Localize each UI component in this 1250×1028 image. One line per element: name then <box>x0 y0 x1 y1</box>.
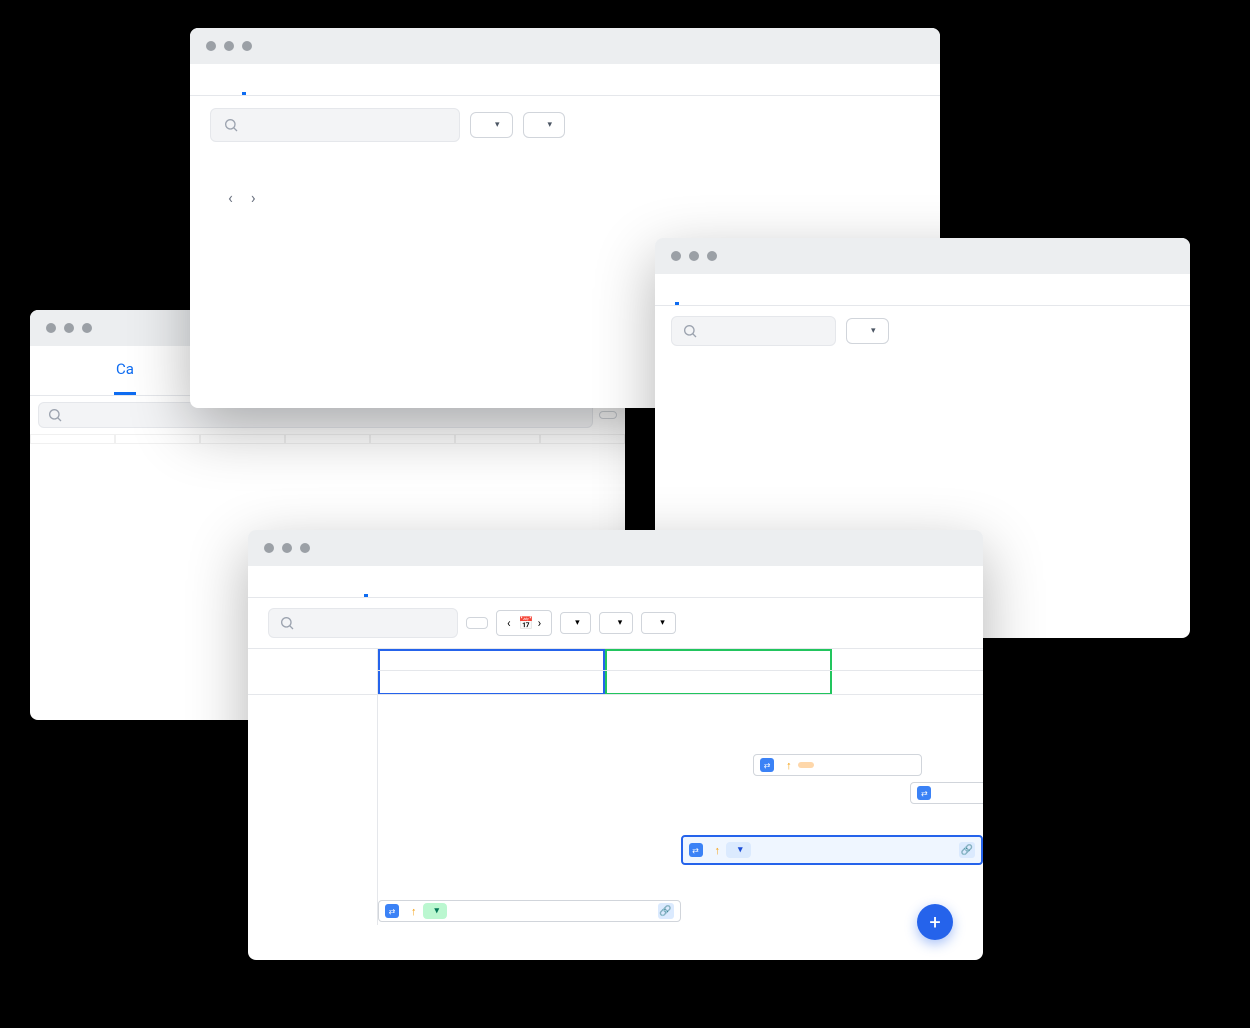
search-icon <box>47 407 63 423</box>
task-icon: ⇄ <box>689 843 703 857</box>
tab-board[interactable] <box>210 64 214 95</box>
pager-prev[interactable]: ‹ <box>228 188 233 207</box>
tab-timeline[interactable] <box>364 566 368 597</box>
timeline-bar-forms[interactable]: ⇄↑▾🔗 <box>378 900 681 922</box>
search-input[interactable] <box>210 108 460 142</box>
tab-calendar[interactable] <box>274 64 278 95</box>
tab-list[interactable] <box>82 346 86 395</box>
today-button[interactable] <box>599 411 617 419</box>
tab-list[interactable] <box>707 274 711 305</box>
tab-calendar[interactable]: Ca <box>114 346 136 395</box>
tab-board[interactable] <box>50 346 54 395</box>
roadmap-header <box>248 649 377 695</box>
priority-icon: ↑ <box>715 844 721 857</box>
tab-timeline[interactable] <box>771 274 775 305</box>
link-icon: 🔗 <box>959 842 975 858</box>
search-input[interactable] <box>671 316 836 346</box>
tab-timeline[interactable] <box>306 64 310 95</box>
period-select[interactable]: ▾ <box>560 612 591 634</box>
chevron-down-icon: ▾ <box>548 120 553 130</box>
titlebar <box>248 530 983 566</box>
day-header <box>540 434 625 444</box>
search-icon <box>223 117 239 133</box>
priority-filter[interactable]: ▾ <box>846 318 889 344</box>
day-header <box>30 434 115 444</box>
calendar-icon: 📅 <box>519 616 534 630</box>
tab-board[interactable] <box>675 274 679 305</box>
view-tabs <box>190 64 940 96</box>
status-filter[interactable]: ▾ <box>470 112 513 138</box>
timeline-bar-intents[interactable]: ⇄↑ <box>753 754 922 776</box>
priority-filter[interactable]: ▾ <box>523 112 566 138</box>
month-picker[interactable]: ‹📅› <box>496 610 552 636</box>
day-header <box>200 434 285 444</box>
add-button[interactable]: + <box>917 904 953 940</box>
priority-icon: ↑ <box>411 905 417 918</box>
timeline-sidebar <box>248 649 378 925</box>
table-header <box>190 154 940 174</box>
timeline-bar-workflow[interactable]: ⇄↑▾🔗 <box>681 835 984 865</box>
chevron-down-icon: ▾ <box>495 120 500 130</box>
search-input[interactable] <box>268 608 458 638</box>
tab-board[interactable] <box>268 566 272 597</box>
priority-filter[interactable]: ▾ <box>641 612 676 634</box>
view-tabs <box>248 566 983 598</box>
task-icon: ⇄ <box>917 786 931 800</box>
day-header <box>285 434 370 444</box>
task-icon: ⇄ <box>760 758 774 772</box>
timeline-bar-intents2[interactable]: ⇄ <box>910 782 983 804</box>
status-filter[interactable]: ▾ <box>599 612 634 634</box>
day-header <box>370 434 455 444</box>
timeline-window: ‹📅› ▾ ▾ ▾ ⇄↑ ⇄ <box>248 530 983 960</box>
titlebar <box>655 238 1190 274</box>
chevron-down-icon: ▾ <box>871 326 876 336</box>
tab-list[interactable] <box>300 566 304 597</box>
link-icon: 🔗 <box>658 903 674 919</box>
tab-calendar[interactable] <box>332 566 336 597</box>
timeline-chart[interactable]: ⇄↑ ⇄ ⇄↑▾🔗 ⇄↑▾🔗 <box>378 649 983 925</box>
day-header <box>115 434 200 444</box>
tab-list[interactable] <box>242 64 246 95</box>
task-icon: ⇄ <box>385 904 399 918</box>
day-header <box>455 434 540 444</box>
pager-next[interactable]: › <box>251 188 256 207</box>
search-icon <box>682 323 698 339</box>
view-tabs <box>655 274 1190 306</box>
search-icon <box>279 615 295 631</box>
tab-calendar[interactable] <box>739 274 743 305</box>
pager: ‹ › <box>190 174 940 221</box>
today-button[interactable] <box>466 617 488 629</box>
titlebar <box>190 28 940 64</box>
priority-icon: ↑ <box>786 759 792 772</box>
